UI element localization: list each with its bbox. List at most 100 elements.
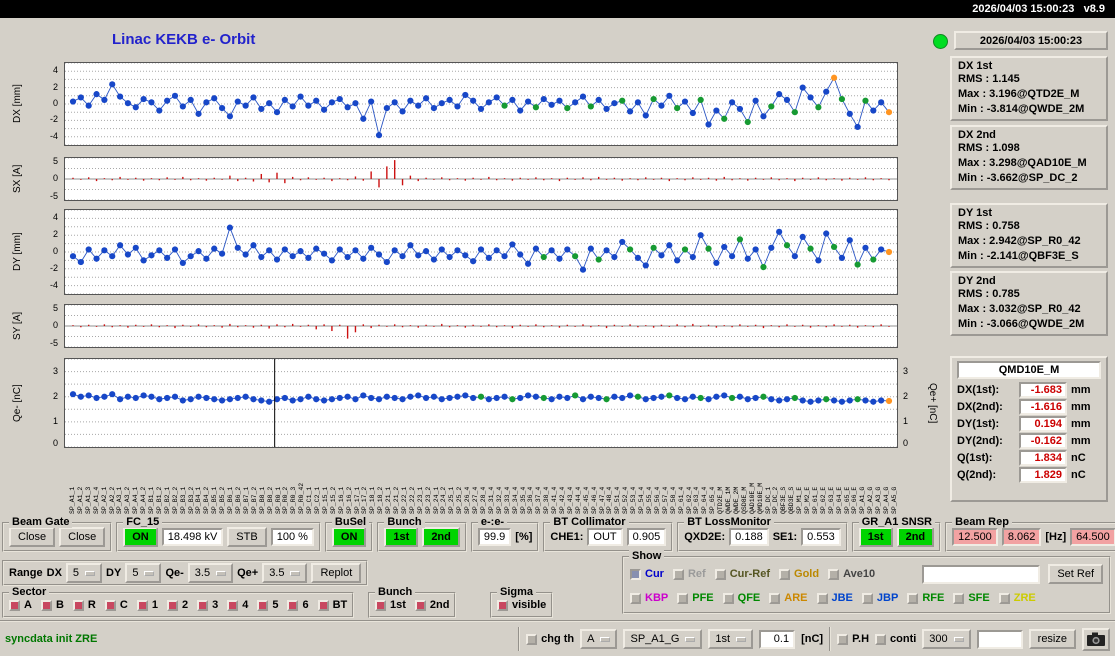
checkbox[interactable] <box>828 568 840 580</box>
range-dy-dropdown[interactable]: 5 <box>125 563 162 583</box>
sector-2[interactable]: 2 <box>166 599 188 611</box>
sector-6[interactable]: 6 <box>287 599 309 611</box>
show-jbp[interactable]: JBP <box>861 592 898 604</box>
sector-r[interactable]: R <box>72 599 96 611</box>
checkbox[interactable] <box>227 599 239 611</box>
checkbox[interactable] <box>9 599 20 611</box>
checkbox[interactable] <box>72 599 84 611</box>
replot-button[interactable]: Replot <box>311 563 362 583</box>
threshold-input[interactable] <box>759 629 796 649</box>
checkbox[interactable] <box>166 599 178 611</box>
show-gold[interactable]: Gold <box>779 568 819 580</box>
beam-gate-close-button-2[interactable]: Close <box>59 527 106 547</box>
set-ref-button[interactable]: Set Ref <box>1048 564 1103 584</box>
sx-chart[interactable] <box>64 157 898 201</box>
sy-chart[interactable] <box>64 304 898 348</box>
bunch-1st[interactable]: 1st <box>375 599 406 611</box>
bpm-label: QBD3E_S <box>788 486 796 514</box>
chg-th-checkbox-item[interactable]: chg th <box>526 633 574 645</box>
checkbox[interactable] <box>40 599 52 611</box>
checkbox[interactable] <box>630 568 641 580</box>
screenshot-button[interactable] <box>1082 627 1110 651</box>
busel-on-button[interactable]: ON <box>331 527 367 547</box>
show-cur-ref[interactable]: Cur-Ref <box>714 568 770 580</box>
checkbox[interactable] <box>526 633 538 645</box>
ref-name-input[interactable] <box>922 564 1041 584</box>
resize-button[interactable]: resize <box>1028 629 1076 649</box>
beam-gate-close-button-1[interactable]: Close <box>9 527 56 547</box>
checkbox[interactable] <box>497 599 508 611</box>
checkbox[interactable] <box>136 599 148 611</box>
checkbox[interactable] <box>953 592 965 604</box>
conti-checkbox-item[interactable]: conti <box>875 633 916 645</box>
ph-checkbox-item[interactable]: P.H <box>837 633 869 645</box>
sector-bt[interactable]: BT <box>317 599 347 611</box>
sector-3[interactable]: 3 <box>197 599 218 611</box>
checkbox[interactable] <box>672 568 684 580</box>
checkbox[interactable] <box>998 592 1010 604</box>
checkbox[interactable] <box>677 592 689 604</box>
show-ref[interactable]: Ref <box>672 568 706 580</box>
checkbox[interactable] <box>375 599 386 611</box>
show-are[interactable]: ARE <box>769 592 808 604</box>
bpm-label: SP_35_4 <box>519 486 527 514</box>
range-dx-dropdown[interactable]: 5 <box>65 563 103 583</box>
show-pfe[interactable]: PFE <box>677 592 714 604</box>
sector-b[interactable]: B <box>40 599 64 611</box>
checkbox[interactable] <box>630 592 641 604</box>
sector-a[interactable]: A <box>9 599 32 611</box>
bunch-2nd[interactable]: 2nd <box>414 599 449 611</box>
rate-dropdown[interactable]: 300 <box>922 629 971 649</box>
sector-c[interactable]: C <box>104 599 128 611</box>
blank-input[interactable] <box>976 629 1023 649</box>
bunch-select-dropdown[interactable]: 1st <box>708 629 754 649</box>
gr-snsr-1st-button[interactable]: 1st <box>858 527 893 547</box>
show-rfe[interactable]: RFE <box>907 592 944 604</box>
range-qem-dropdown[interactable]: 3.5 <box>187 563 234 583</box>
checkbox[interactable] <box>816 592 828 604</box>
show-cur[interactable]: Cur <box>630 568 664 580</box>
range-qep-dropdown[interactable]: 3.5 <box>262 563 308 583</box>
fc15-on-button[interactable]: ON <box>123 527 158 547</box>
qmd-row: DX(2nd): -1.616 mm <box>957 399 1101 415</box>
stat-box-dx-2nd: DX 2nd RMS : 1.098 Max : 3.298@QAD10E_M … <box>950 125 1108 190</box>
dy-chart[interactable] <box>64 209 898 295</box>
checkbox[interactable] <box>875 633 887 645</box>
sector-4[interactable]: 4 <box>227 599 248 611</box>
checkbox[interactable] <box>779 568 791 580</box>
show-jbe[interactable]: JBE <box>816 592 853 604</box>
show-kbp[interactable]: KBP <box>630 592 668 604</box>
checkbox[interactable] <box>837 633 849 645</box>
qmd-row-value: -1.683 <box>1019 382 1067 398</box>
gr-snsr-2nd-button[interactable]: 2nd <box>896 527 935 547</box>
checkbox[interactable] <box>769 592 781 604</box>
show-sfe[interactable]: SFE <box>953 592 990 604</box>
bpm-label: SP_B8_1 <box>258 486 266 514</box>
show-zre[interactable]: ZRE <box>998 592 1036 604</box>
bunch-1st-button[interactable]: 1st <box>384 527 419 547</box>
checkbox[interactable] <box>907 592 919 604</box>
dx-chart[interactable] <box>64 62 898 146</box>
checkbox[interactable] <box>414 599 426 611</box>
charge-chart[interactable] <box>64 358 898 448</box>
fc15-stb-button[interactable]: STB <box>227 527 267 547</box>
sector-select-dropdown[interactable]: A <box>580 629 618 649</box>
show-ave10[interactable]: Ave10 <box>828 568 875 580</box>
checkbox[interactable] <box>861 592 873 604</box>
bunch-2nd-button[interactable]: 2nd <box>422 527 460 547</box>
checkbox[interactable] <box>257 599 269 611</box>
sector-5[interactable]: 5 <box>257 599 278 611</box>
checkbox[interactable] <box>722 592 734 604</box>
checkbox[interactable] <box>714 568 726 580</box>
checkbox[interactable] <box>104 599 116 611</box>
gr-a1-snsr-group: GR_A1 SNSR 1st 2nd <box>851 516 942 552</box>
sigma-visible[interactable]: visible <box>497 599 546 611</box>
bunch-title: Bunch <box>384 516 425 528</box>
checkbox[interactable] <box>197 599 209 611</box>
device-select-dropdown[interactable]: SP_A1_G <box>623 629 703 649</box>
checkbox[interactable] <box>317 599 329 611</box>
checkbox[interactable] <box>287 599 299 611</box>
show-qfe[interactable]: QFE <box>722 592 760 604</box>
status-bar: syncdata init ZRE chg th A SP_A1_G 1st [… <box>0 620 1115 656</box>
sector-1[interactable]: 1 <box>136 599 158 611</box>
